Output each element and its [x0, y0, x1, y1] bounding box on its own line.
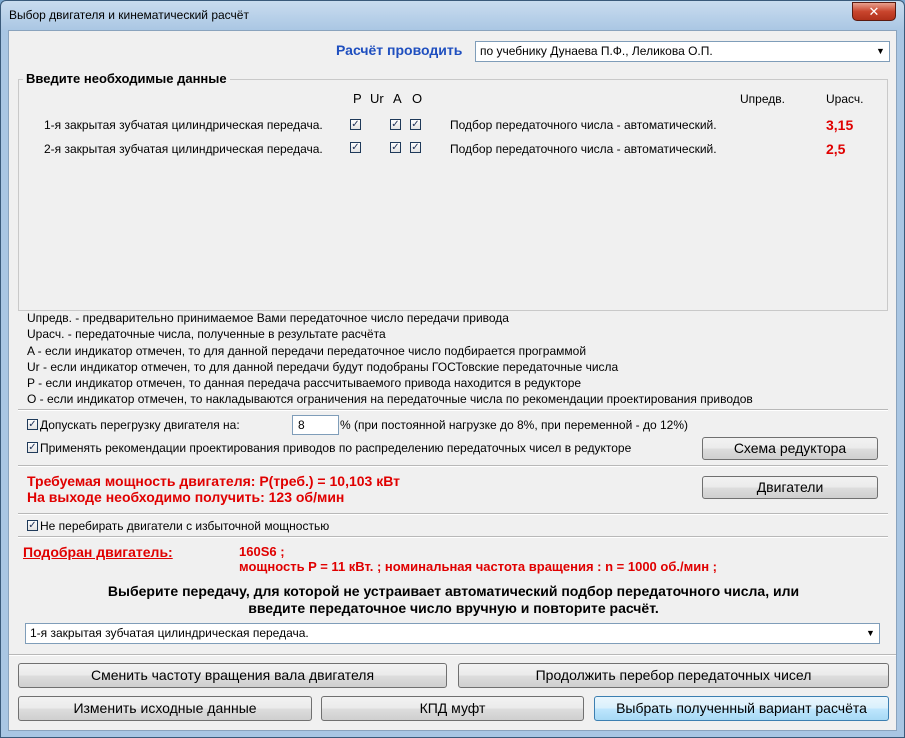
gear-row-2-a-checkbox[interactable]: ✓	[390, 142, 401, 153]
divider	[18, 513, 888, 515]
title-bar[interactable]: Выбор двигателя и кинематический расчёт …	[1, 1, 904, 29]
motor-model: 160S6 ;	[239, 544, 285, 559]
coupling-efficiency-button[interactable]: КПД муфт	[321, 696, 584, 721]
required-power: Требуемая мощность двигателя: P(треб.) =…	[27, 473, 400, 489]
legend-line: Uпредв. - предварительно принимаемое Вам…	[27, 311, 509, 325]
output-speed: На выходе необходимо получить: 123 об/ми…	[27, 489, 345, 505]
motors-button[interactable]: Двигатели	[702, 476, 878, 499]
gear-row-2-o-checkbox[interactable]: ✓	[410, 142, 421, 153]
divider	[18, 536, 888, 538]
input-group-title: Введите необходимые данные	[23, 71, 230, 86]
calc-method-label: Расчёт проводить	[336, 42, 463, 58]
divider	[18, 465, 888, 467]
col-header-upred: Uпредв.	[740, 92, 785, 106]
calc-method-select[interactable]: по учебнику Дунаева П.Ф., Леликова О.П. …	[475, 41, 890, 62]
gear-row-2-mode: Подбор передаточного числа - автоматичес…	[450, 142, 717, 156]
check-icon: ✓	[28, 520, 37, 531]
gear-row-1-p-checkbox[interactable]: ✓	[350, 119, 361, 130]
gear-row-1-a-checkbox[interactable]: ✓	[390, 119, 401, 130]
overload-note: % (при постоянной нагрузке до 8%, при пе…	[340, 418, 688, 432]
check-icon: ✓	[28, 442, 37, 453]
dialog-window: Выбор двигателя и кинематический расчёт …	[0, 0, 905, 738]
overload-input[interactable]: 8	[292, 415, 339, 435]
overload-label: Допускать перегрузку двигателя на:	[40, 418, 240, 432]
prompt-line-1: Выберите передачу, для которой не устраи…	[107, 583, 800, 599]
window-title: Выбор двигателя и кинематический расчёт	[9, 8, 249, 22]
gear-row-1-mode: Подбор передаточного числа - автоматичес…	[450, 118, 717, 132]
check-icon: ✓	[391, 142, 400, 153]
divider	[18, 409, 888, 411]
col-header-a: A	[393, 91, 402, 106]
col-header-p: P	[353, 91, 362, 106]
check-icon: ✓	[411, 142, 420, 153]
gear-row-1-urasch: 3,15	[826, 117, 854, 133]
gear-row-1-o-checkbox[interactable]: ✓	[410, 119, 421, 130]
gear-row-2-urasch: 2,5	[826, 141, 846, 157]
calc-method-value: по учебнику Дунаева П.Ф., Леликова О.П.	[480, 44, 713, 58]
chevron-down-icon: ▼	[866, 628, 875, 638]
divider	[9, 654, 896, 656]
gear-row-2-p-checkbox[interactable]: ✓	[350, 142, 361, 153]
legend-line: Uрасч. - передаточные числа, полученные …	[27, 327, 386, 341]
reducer-scheme-button[interactable]: Схема редуктора	[702, 437, 878, 460]
check-icon: ✓	[411, 119, 420, 130]
overload-checkbox[interactable]: ✓	[27, 419, 38, 430]
check-icon: ✓	[351, 142, 360, 153]
close-icon: ✕	[868, 4, 880, 19]
check-icon: ✓	[391, 119, 400, 130]
check-icon: ✓	[351, 119, 360, 130]
chevron-down-icon: ▼	[876, 46, 885, 56]
no-excess-label: Не перебирать двигатели с избыточной мощ…	[40, 519, 330, 533]
legend-line: O - если индикатор отмечен, то накладыва…	[27, 392, 753, 406]
no-excess-checkbox[interactable]: ✓	[27, 520, 38, 531]
recommend-label: Применять рекомендации проектирования пр…	[40, 441, 632, 455]
close-button[interactable]: ✕	[852, 2, 896, 21]
legend-line: A - если индикатор отмечен, то для данно…	[27, 344, 587, 358]
prompt-line-2: введите передаточное число вручную и пов…	[248, 600, 659, 616]
change-input-button[interactable]: Изменить исходные данные	[18, 696, 312, 721]
choose-variant-button[interactable]: Выбрать полученный вариант расчёта	[594, 696, 889, 721]
recommend-checkbox[interactable]: ✓	[27, 442, 38, 453]
legend-line: P - если индикатор отмечен, то данная пе…	[27, 376, 582, 390]
motor-label: Подобран двигатель:	[23, 544, 173, 560]
legend-line: Ur - если индикатор отмечен, то для данн…	[27, 360, 619, 374]
client-area: Расчёт проводить по учебнику Дунаева П.Ф…	[8, 30, 897, 731]
motor-details: мощность P = 11 кВт. ; номинальная часто…	[239, 559, 717, 574]
input-group	[18, 79, 888, 311]
change-speed-button[interactable]: Сменить частоту вращения вала двигателя	[18, 663, 447, 688]
gear-row-1-name: 1-я закрытая зубчатая цилиндрическая пер…	[44, 118, 323, 132]
gear-select[interactable]: 1-я закрытая зубчатая цилиндрическая пер…	[25, 623, 880, 644]
gear-row-2-name: 2-я закрытая зубчатая цилиндрическая пер…	[44, 142, 323, 156]
col-header-ur: Ur	[370, 91, 384, 106]
col-header-urasch: Uрасч.	[826, 92, 864, 106]
check-icon: ✓	[28, 419, 37, 430]
gear-select-value: 1-я закрытая зубчатая цилиндрическая пер…	[30, 626, 309, 640]
continue-search-button[interactable]: Продолжить перебор передаточных чисел	[458, 663, 889, 688]
col-header-o: O	[412, 91, 423, 106]
